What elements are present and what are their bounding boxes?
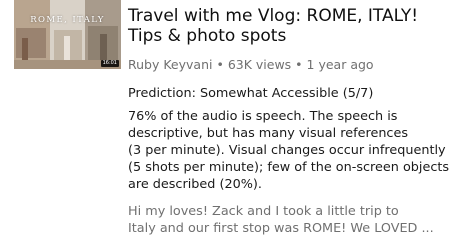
upload-age: 1 year ago bbox=[306, 57, 374, 72]
duration-badge: 16:01 bbox=[100, 60, 119, 67]
analysis-line: descriptive, but has many visual referen… bbox=[128, 126, 409, 141]
video-description: Hi my loves! Zack and I took a little tr… bbox=[128, 203, 455, 237]
video-title-line: Travel with me Vlog: ROME, ITALY! bbox=[128, 6, 419, 26]
description-line: Hi my loves! Zack and I took a little tr… bbox=[128, 204, 399, 219]
thumbnail-caption: ROME, ITALY bbox=[30, 15, 105, 25]
video-title[interactable]: Travel with me Vlog: ROME, ITALY! Tips &… bbox=[128, 6, 455, 46]
analysis-line: (3 per minute). Visual changes occur inf… bbox=[128, 143, 446, 158]
accessibility-analysis: 76% of the audio is speech. The speech i… bbox=[128, 108, 455, 193]
thumbnail-image bbox=[14, 0, 121, 69]
analysis-line: are described (20%). bbox=[128, 177, 262, 192]
accessibility-prediction: Prediction: Somewhat Accessible (5/7) bbox=[128, 86, 374, 101]
description-line: Italy and our first stop was ROME! We LO… bbox=[128, 221, 434, 236]
video-metadata: Ruby Keyvani • 63K views • 1 year ago bbox=[128, 57, 455, 73]
view-count: 63K views bbox=[227, 57, 292, 72]
video-title-line: Tips & photo spots bbox=[128, 26, 287, 46]
analysis-line: 76% of the audio is speech. The speech i… bbox=[128, 109, 398, 124]
analysis-line: (5 shots per minute); few of the on-scre… bbox=[128, 160, 450, 175]
channel-name[interactable]: Ruby Keyvani bbox=[128, 57, 212, 72]
video-info: Travel with me Vlog: ROME, ITALY! Tips &… bbox=[128, 6, 455, 237]
video-thumbnail[interactable]: ROME, ITALY 16:01 bbox=[14, 0, 121, 69]
meta-separator: • bbox=[295, 57, 303, 72]
meta-separator: • bbox=[216, 57, 224, 72]
